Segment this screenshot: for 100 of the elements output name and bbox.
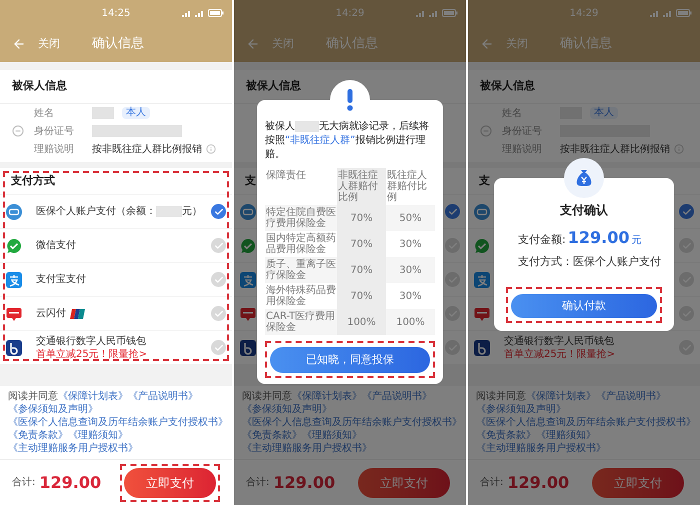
- close-button[interactable]: 关闭: [506, 36, 528, 52]
- agreement-link[interactable]: 《理赔须知》: [536, 430, 596, 441]
- agreement-link[interactable]: 《主动理赔服务用户授权书》: [8, 443, 138, 454]
- signal-icon: [429, 9, 439, 17]
- status-time: 14:29: [336, 6, 364, 20]
- medical-card-icon: [6, 204, 22, 220]
- field-label: 理赔说明: [34, 142, 75, 156]
- payment-method-label[interactable]: 交通银行数字人民币钱包: [36, 334, 146, 349]
- promo-text[interactable]: 首单立减25元！限量抢>: [36, 349, 211, 361]
- agreement-link[interactable]: 《保障计划表》: [292, 391, 362, 402]
- self-badge: 本人: [590, 107, 618, 119]
- agreement-link[interactable]: 《保障计划表》: [58, 391, 128, 402]
- battery-icon: [676, 9, 692, 17]
- agree-button[interactable]: 已知晓，同意投保: [270, 347, 430, 374]
- agreement-link[interactable]: 《医保个人信息查询及历年结余账户支付授权书》: [8, 417, 228, 428]
- agreement-link[interactable]: 《免责条款》: [476, 430, 536, 441]
- battery-icon: [208, 9, 224, 17]
- close-button[interactable]: 关闭: [272, 36, 294, 52]
- table-cell: 70%: [337, 257, 386, 283]
- table-cell: 30%: [386, 231, 435, 257]
- total-amount: 129.00: [273, 472, 336, 494]
- field-label: 理赔说明: [502, 142, 543, 156]
- total-label: 合计:: [480, 476, 504, 490]
- agreement-link[interactable]: 《理赔须知》: [68, 430, 128, 441]
- wallet-app-icon: [6, 272, 22, 288]
- minus-circle-icon[interactable]: [480, 125, 492, 137]
- signal-icon: [650, 9, 660, 17]
- signal-icon: [182, 9, 192, 17]
- cloud-pay-icon: [6, 306, 22, 322]
- info-icon[interactable]: [206, 144, 216, 154]
- section-title: 被保人信息: [480, 78, 535, 94]
- agreement-prefix: 阅读并同意: [476, 391, 526, 402]
- table-cell: 70%: [337, 231, 386, 257]
- agreement-link[interactable]: 《理赔须知》: [302, 430, 362, 441]
- section-title: 被保人信息: [12, 78, 67, 94]
- section-title: 被保人信息: [246, 78, 301, 94]
- agreement-prefix: 阅读并同意: [8, 391, 58, 402]
- payment-method-label[interactable]: 云闪付: [36, 306, 66, 321]
- pay-now-button[interactable]: 立即支付: [124, 468, 216, 498]
- close-button[interactable]: 关闭: [38, 36, 60, 52]
- info-icon[interactable]: [674, 144, 684, 154]
- promo-text[interactable]: 首单立减25元！限量抢>: [504, 349, 679, 361]
- agreement-link[interactable]: 《产品说明书》: [128, 391, 198, 402]
- battery-icon: [442, 9, 458, 17]
- table-cell: 70%: [337, 205, 386, 231]
- table-cell: 100%: [337, 309, 386, 335]
- page-title: 确认信息: [560, 35, 612, 54]
- back-icon[interactable]: [246, 37, 260, 51]
- signal-icon: [663, 9, 673, 17]
- total-label: 合计:: [246, 476, 270, 490]
- payment-method-label[interactable]: 交通银行数字人民币钱包: [504, 334, 614, 349]
- table-cell: 30%: [386, 283, 435, 309]
- method-label: 支付方式：: [518, 254, 573, 270]
- section-title: 支付方式: [11, 172, 55, 189]
- dialog-title: 支付确认: [559, 202, 609, 218]
- signal-icon: [195, 9, 205, 17]
- agreement-prefix: 阅读并同意: [242, 391, 292, 402]
- table-header: 既往症人群赔付比例: [386, 168, 435, 205]
- total-amount: 129.00: [39, 472, 102, 494]
- status-time: 14:29: [570, 6, 598, 20]
- field-label: 姓名: [34, 106, 55, 120]
- agreement-link[interactable]: 《主动理赔服务用户授权书》: [476, 443, 606, 454]
- chat-bubble-check-icon: [6, 238, 22, 254]
- card-logo-icon: [70, 308, 86, 318]
- minus-circle-icon[interactable]: [12, 125, 24, 137]
- field-label: 姓名: [502, 106, 523, 120]
- table-header: 保障责任: [265, 168, 337, 205]
- agreement-link[interactable]: 《产品说明书》: [596, 391, 666, 402]
- section-title: 支: [479, 172, 490, 189]
- cloud-pay-icon: [474, 306, 490, 322]
- back-icon[interactable]: [480, 37, 494, 51]
- method-value: 医保个人账户支付: [573, 254, 661, 270]
- confirm-pay-button[interactable]: 确认付款: [511, 294, 657, 318]
- payment-method-label[interactable]: 支付宝支付: [36, 272, 86, 287]
- bank-app-icon: [6, 340, 22, 356]
- agreement-link[interactable]: 《产品说明书》: [362, 391, 432, 402]
- agreement-link[interactable]: 《免责条款》: [8, 430, 68, 441]
- table-cell: CAR-T医疗费用保险金: [265, 309, 337, 335]
- status-time: 14:25: [102, 6, 130, 20]
- total-label: 合计:: [12, 476, 36, 490]
- amount-label: 支付金额:: [518, 232, 566, 248]
- agreement-link[interactable]: 《参保须知及声明》: [242, 404, 332, 415]
- agreement-link[interactable]: 《医保个人信息查询及历年结余账户支付授权书》: [242, 417, 462, 428]
- field-value: 按非既往症人群比例报销: [92, 142, 202, 156]
- page-title: 确认信息: [326, 35, 378, 54]
- agreement-link[interactable]: 《参保须知及声明》: [476, 404, 566, 415]
- back-icon[interactable]: [12, 37, 26, 51]
- notice-message: 被保人 无大病就诊记录，后续将按照“非既往症人群”报销比例进行理赔。: [265, 120, 430, 162]
- agreement-link[interactable]: 《保障计划表》: [526, 391, 596, 402]
- pay-now-button[interactable]: 立即支付: [358, 468, 450, 498]
- agreement-link[interactable]: 《参保须知及声明》: [8, 404, 98, 415]
- agreement-link[interactable]: 《主动理赔服务用户授权书》: [242, 443, 372, 454]
- table-cell: 海外特殊药品费用保险金: [265, 283, 337, 309]
- chat-bubble-check-icon: [474, 238, 490, 254]
- payment-method-label[interactable]: 医保个人账户支付（余额： 元）: [36, 204, 202, 219]
- pay-now-button[interactable]: 立即支付: [592, 468, 684, 498]
- agreement-link[interactable]: 《免责条款》: [242, 430, 302, 441]
- agreement-link[interactable]: 《医保个人信息查询及历年结余账户支付授权书》: [476, 417, 696, 428]
- section-title: 支: [245, 172, 256, 189]
- payment-method-label[interactable]: 微信支付: [36, 238, 76, 253]
